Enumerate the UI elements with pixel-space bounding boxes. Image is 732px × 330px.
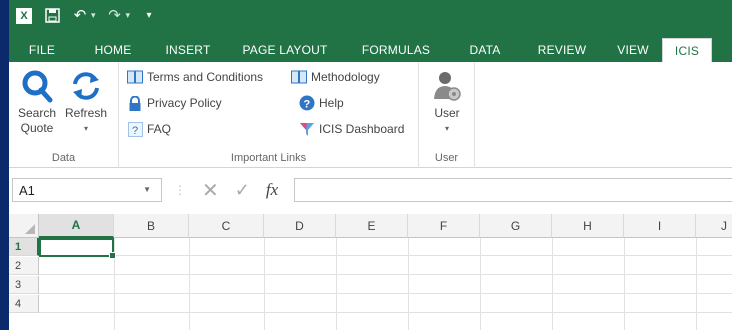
column-header-f[interactable]: F bbox=[408, 214, 480, 238]
insert-function-icon[interactable]: fx bbox=[266, 180, 278, 200]
help-button[interactable]: ? Help bbox=[299, 94, 344, 112]
active-cell-a1[interactable] bbox=[39, 238, 116, 259]
table-row[interactable] bbox=[39, 295, 732, 313]
column-gridline bbox=[480, 238, 481, 330]
group-label-data: Data bbox=[51, 152, 76, 164]
tab-home[interactable]: HOME bbox=[85, 38, 141, 62]
column-header-d[interactable]: D bbox=[264, 214, 336, 238]
refresh-icon bbox=[69, 68, 103, 104]
column-header-g[interactable]: G bbox=[480, 214, 552, 238]
tab-data[interactable]: DATA bbox=[457, 38, 513, 62]
tab-view[interactable]: VIEW bbox=[609, 38, 657, 62]
excel-window: X ↶ ▾ ↷ ▾ ▾ FILE HOME INSERT PAGE LAYOUT… bbox=[9, 0, 732, 330]
formula-controls: ⋮ ✕ ✓ fx bbox=[174, 178, 278, 202]
quick-access-toolbar: X ↶ ▾ ↷ ▾ ▾ bbox=[9, 0, 732, 31]
tab-insert[interactable]: INSERT bbox=[155, 38, 221, 62]
table-row[interactable] bbox=[39, 276, 732, 294]
cancel-icon[interactable]: ✕ bbox=[202, 178, 219, 203]
ribbon-group-user: User ▾ User bbox=[419, 62, 475, 168]
methodology-button[interactable]: Methodology bbox=[291, 68, 380, 86]
ribbon-tabs: FILE HOME INSERT PAGE LAYOUT FORMULAS DA… bbox=[9, 31, 732, 63]
column-gridline bbox=[552, 238, 553, 330]
faq-icon: ? bbox=[127, 121, 143, 137]
column-gridline bbox=[624, 238, 625, 330]
enter-check-icon[interactable]: ✓ bbox=[235, 180, 250, 201]
redo-icon[interactable]: ↷ bbox=[106, 7, 124, 25]
name-box-dropdown-icon[interactable]: ▼ bbox=[143, 185, 151, 194]
undo-dropdown-icon[interactable]: ▾ bbox=[91, 10, 96, 21]
book-icon bbox=[127, 69, 143, 85]
column-gridline bbox=[408, 238, 409, 330]
table-row[interactable] bbox=[39, 257, 732, 275]
customize-qat-icon[interactable]: ▾ bbox=[140, 7, 158, 25]
refresh-dropdown-icon[interactable]: ▾ bbox=[84, 121, 88, 136]
row-header-4[interactable]: 4 bbox=[9, 295, 39, 313]
undo-icon[interactable]: ↶ bbox=[71, 7, 89, 25]
column-header-c[interactable]: C bbox=[189, 214, 264, 238]
redo-dropdown-icon[interactable]: ▾ bbox=[126, 10, 131, 21]
search-quote-icon bbox=[20, 68, 54, 104]
svg-text:?: ? bbox=[304, 99, 311, 111]
name-box[interactable]: A1 ▼ bbox=[12, 178, 162, 202]
lock-icon bbox=[127, 95, 143, 111]
privacy-policy-button[interactable]: Privacy Policy bbox=[127, 94, 222, 112]
group-label-user: User bbox=[434, 152, 459, 164]
formula-separator-icon: ⋮ bbox=[174, 183, 186, 197]
tab-page-layout[interactable]: PAGE LAYOUT bbox=[237, 38, 333, 62]
search-quote-button[interactable]: Search Quote bbox=[15, 68, 59, 136]
user-gear-icon bbox=[430, 68, 464, 104]
tab-file[interactable]: FILE bbox=[9, 38, 75, 62]
row-header-3[interactable]: 3 bbox=[9, 276, 39, 294]
row-header-2[interactable]: 2 bbox=[9, 257, 39, 275]
user-button[interactable]: User ▾ bbox=[425, 68, 469, 136]
column-header-i[interactable]: I bbox=[624, 214, 696, 238]
faq-button[interactable]: ? FAQ bbox=[127, 120, 171, 138]
row-header-1[interactable]: 1 bbox=[9, 238, 39, 256]
spreadsheet-grid: A B C D E F G H I J 1 2 3 4 bbox=[9, 214, 732, 330]
user-dropdown-icon[interactable]: ▾ bbox=[445, 121, 449, 136]
icis-dashboard-button[interactable]: ICIS Dashboard bbox=[299, 120, 404, 138]
column-header-a[interactable]: A bbox=[39, 214, 114, 238]
dashboard-icon bbox=[299, 121, 315, 137]
column-gridline bbox=[264, 238, 265, 330]
tab-review[interactable]: REVIEW bbox=[529, 38, 595, 62]
formula-bar: A1 ▼ ⋮ ✕ ✓ fx bbox=[9, 176, 732, 206]
select-all-button[interactable] bbox=[9, 214, 39, 238]
column-header-e[interactable]: E bbox=[336, 214, 408, 238]
save-icon[interactable] bbox=[43, 7, 61, 25]
help-icon: ? bbox=[299, 95, 315, 111]
ribbon-group-data: Search Quote Refresh ▾ Data bbox=[9, 62, 119, 168]
ribbon-group-important-links: Terms and Conditions Privacy Policy ? FA… bbox=[119, 62, 419, 168]
table-row[interactable] bbox=[39, 238, 732, 256]
refresh-button[interactable]: Refresh ▾ bbox=[61, 68, 111, 136]
terms-and-conditions-button[interactable]: Terms and Conditions bbox=[127, 68, 263, 86]
tab-icis[interactable]: ICIS bbox=[662, 38, 712, 63]
column-gridline bbox=[336, 238, 337, 330]
ribbon: Search Quote Refresh ▾ Data Terms and Co… bbox=[9, 62, 732, 168]
column-gridline bbox=[189, 238, 190, 330]
svg-text:?: ? bbox=[132, 125, 138, 137]
column-header-h[interactable]: H bbox=[552, 214, 624, 238]
column-header-j[interactable]: J bbox=[696, 214, 732, 238]
column-gridline bbox=[696, 238, 697, 330]
formula-input[interactable] bbox=[294, 178, 732, 202]
column-header-b[interactable]: B bbox=[114, 214, 189, 238]
group-label-important-links: Important Links bbox=[230, 152, 307, 164]
tab-formulas[interactable]: FORMULAS bbox=[353, 38, 439, 62]
excel-logo-icon[interactable]: X bbox=[15, 7, 33, 25]
methodology-book-icon bbox=[291, 69, 307, 85]
